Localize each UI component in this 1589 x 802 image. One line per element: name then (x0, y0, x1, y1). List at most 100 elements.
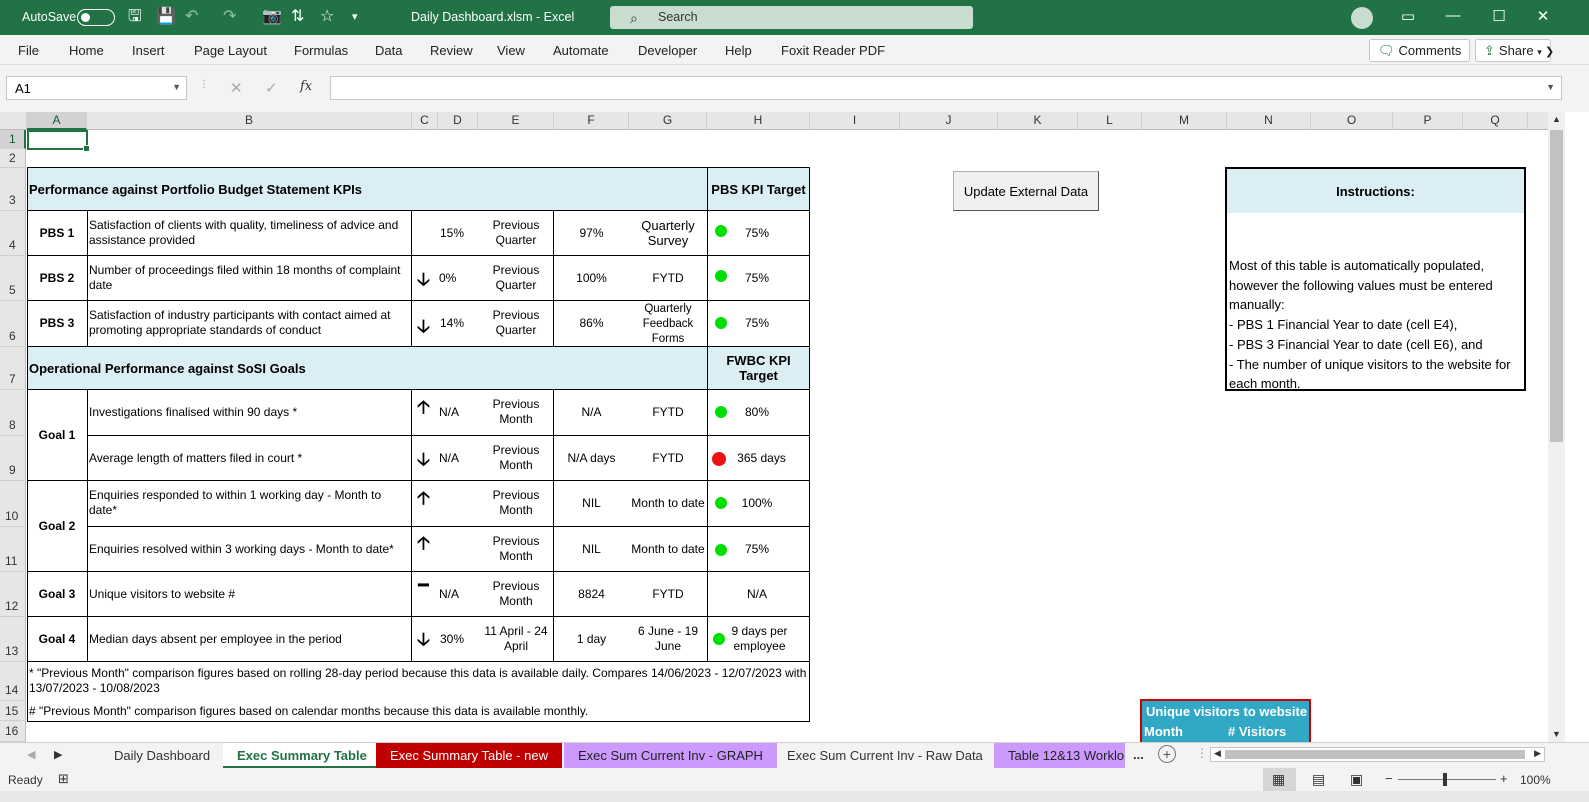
name-box[interactable]: A1 ▼ (6, 76, 187, 100)
select-all-corner[interactable] (0, 112, 27, 130)
undo-icon[interactable]: ↶ (185, 8, 198, 26)
expand-formula-icon[interactable]: ▼ (1546, 82, 1555, 92)
zoom-level[interactable]: 100% (1520, 773, 1551, 787)
add-sheet-icon[interactable]: + (1158, 745, 1176, 763)
zoom-slider-thumb[interactable] (1443, 773, 1447, 786)
row-header-7[interactable]: 7 (0, 347, 26, 390)
save-icon[interactable]: 💾 (156, 8, 176, 26)
menu-file[interactable]: File (18, 43, 39, 58)
tab-exec-sum-current-inv-raw[interactable]: Exec Sum Current Inv - Raw Data (773, 743, 997, 768)
save-as-icon[interactable]: 🖫 (128, 8, 142, 26)
col-header-k[interactable]: K (998, 112, 1078, 130)
customize-qat-icon[interactable]: ▾ (352, 8, 358, 26)
row-header-6[interactable]: 6 (0, 301, 26, 347)
favorites-icon[interactable]: ☆ (320, 8, 334, 26)
comments-button[interactable]: 🗨 Comments (1369, 39, 1471, 62)
ribbon-display-icon[interactable]: ▭ (1393, 7, 1423, 25)
tab-exec-summary-table-new[interactable]: Exec Summary Table - new (376, 743, 562, 768)
cancel-icon[interactable]: ✕ (230, 79, 243, 97)
col-header-j[interactable]: J (900, 112, 998, 130)
scroll-down-icon[interactable]: ▼ (1552, 729, 1561, 739)
tab-scroll-left-icon[interactable]: ◀ (27, 748, 35, 761)
page-break-preview-icon[interactable]: ▣ (1350, 771, 1363, 788)
menu-view[interactable]: View (497, 43, 525, 58)
menu-home[interactable]: Home (69, 43, 104, 58)
col-header-q[interactable]: Q (1463, 112, 1528, 130)
more-tabs-icon[interactable]: ... (1133, 747, 1144, 762)
update-external-data-button[interactable]: Update External Data (953, 171, 1099, 211)
scroll-up-icon[interactable]: ▲ (1552, 114, 1561, 124)
col-header-c[interactable]: C (412, 112, 438, 130)
menu-review[interactable]: Review (430, 43, 473, 58)
share-button[interactable]: ⇪ Share ▾ (1475, 39, 1551, 62)
row-header-15[interactable]: 15 (0, 701, 26, 721)
col-header-p[interactable]: P (1393, 112, 1463, 130)
col-header-a[interactable]: A (27, 112, 87, 130)
tab-exec-sum-current-inv-graph[interactable]: Exec Sum Current Inv - GRAPH (564, 743, 777, 768)
vertical-scroll-thumb[interactable] (1550, 130, 1563, 442)
zoom-out-icon[interactable]: − (1385, 771, 1393, 786)
formula-input[interactable]: ▼ (330, 76, 1562, 100)
scroll-right-icon[interactable]: ▶ (1534, 748, 1541, 759)
col-header-g[interactable]: G (629, 112, 707, 130)
row-header-10[interactable]: 10 (0, 481, 26, 527)
tab-table-12-13-workload[interactable]: Table 12&13 Worklo (994, 743, 1125, 768)
col-header-e[interactable]: E (478, 112, 554, 130)
insert-function-icon[interactable]: fx (300, 79, 312, 94)
col-header-l[interactable]: L (1078, 112, 1142, 130)
ribbon-collapse-icon[interactable]: ❯ (1545, 45, 1554, 58)
row-header-9[interactable]: 9 (0, 436, 26, 481)
row-header-5[interactable]: 5 (0, 256, 26, 301)
col-header-f[interactable]: F (554, 112, 629, 130)
close-icon[interactable]: ✕ (1528, 7, 1558, 25)
menu-data[interactable]: Data (375, 43, 402, 58)
menu-insert[interactable]: Insert (132, 43, 165, 58)
row-header-11[interactable]: 11 (0, 527, 26, 572)
minimize-icon[interactable]: — (1438, 7, 1468, 24)
maximize-icon[interactable]: ☐ (1484, 7, 1514, 25)
zoom-slider[interactable] (1398, 779, 1496, 780)
col-header-h[interactable]: H (707, 112, 810, 130)
active-cell-a1[interactable] (27, 130, 90, 152)
page-layout-view-icon[interactable]: ▤ (1312, 771, 1325, 788)
row-header-14[interactable]: 14 (0, 662, 26, 701)
menu-developer[interactable]: Developer (638, 43, 697, 58)
col-header-i[interactable]: I (810, 112, 900, 130)
row-header-16[interactable]: 16 (0, 721, 26, 742)
search-box[interactable]: ⌕ Search (610, 6, 973, 29)
col-header-o[interactable]: O (1311, 112, 1393, 130)
row-header-1[interactable]: 1 (0, 130, 26, 149)
worksheet-grid[interactable]: Performance against Portfolio Budget Sta… (27, 130, 1548, 742)
menu-help[interactable]: Help (725, 43, 752, 58)
autosave-toggle[interactable] (77, 9, 115, 26)
enter-icon[interactable]: ✓ (265, 79, 278, 97)
row-header-13[interactable]: 13 (0, 617, 26, 662)
chevron-down-icon[interactable]: ▼ (172, 82, 181, 92)
row-header-3[interactable]: 3 (0, 168, 26, 211)
scroll-left-icon[interactable]: ◀ (1214, 748, 1221, 759)
row-header-2[interactable]: 2 (0, 149, 26, 168)
col-header-b[interactable]: B (87, 112, 412, 130)
row-header-8[interactable]: 8 (0, 390, 26, 436)
col-header-m[interactable]: M (1142, 112, 1227, 130)
redo-icon[interactable]: ↷ (223, 8, 236, 26)
horizontal-scroll-thumb[interactable] (1225, 750, 1525, 759)
menu-automate[interactable]: Automate (553, 43, 609, 58)
menu-formulas[interactable]: Formulas (294, 43, 348, 58)
tab-scroll-right-icon[interactable]: ▶ (54, 748, 62, 761)
horizontal-scrollbar[interactable]: ◀ ▶ (1210, 747, 1545, 762)
menu-foxit[interactable]: Foxit Reader PDF (781, 43, 885, 58)
row-header-12[interactable]: 12 (0, 572, 26, 617)
tab-exec-summary-table[interactable]: Exec Summary Table (223, 743, 381, 768)
row-header-4[interactable]: 4 (0, 211, 26, 256)
account-avatar[interactable] (1351, 7, 1373, 29)
col-header-n[interactable]: N (1227, 112, 1311, 130)
zoom-in-icon[interactable]: + (1500, 771, 1508, 786)
accessibility-icon[interactable]: ⊞ (58, 771, 69, 787)
col-header-d[interactable]: D (438, 112, 478, 130)
sort-icon[interactable]: ⇅ (291, 8, 304, 26)
menu-page-layout[interactable]: Page Layout (194, 43, 267, 58)
camera-icon[interactable]: 📷 (262, 8, 282, 26)
tab-daily-dashboard[interactable]: Daily Dashboard (100, 743, 224, 768)
tab-splitter-icon[interactable]: ⋮ (1196, 746, 1208, 760)
